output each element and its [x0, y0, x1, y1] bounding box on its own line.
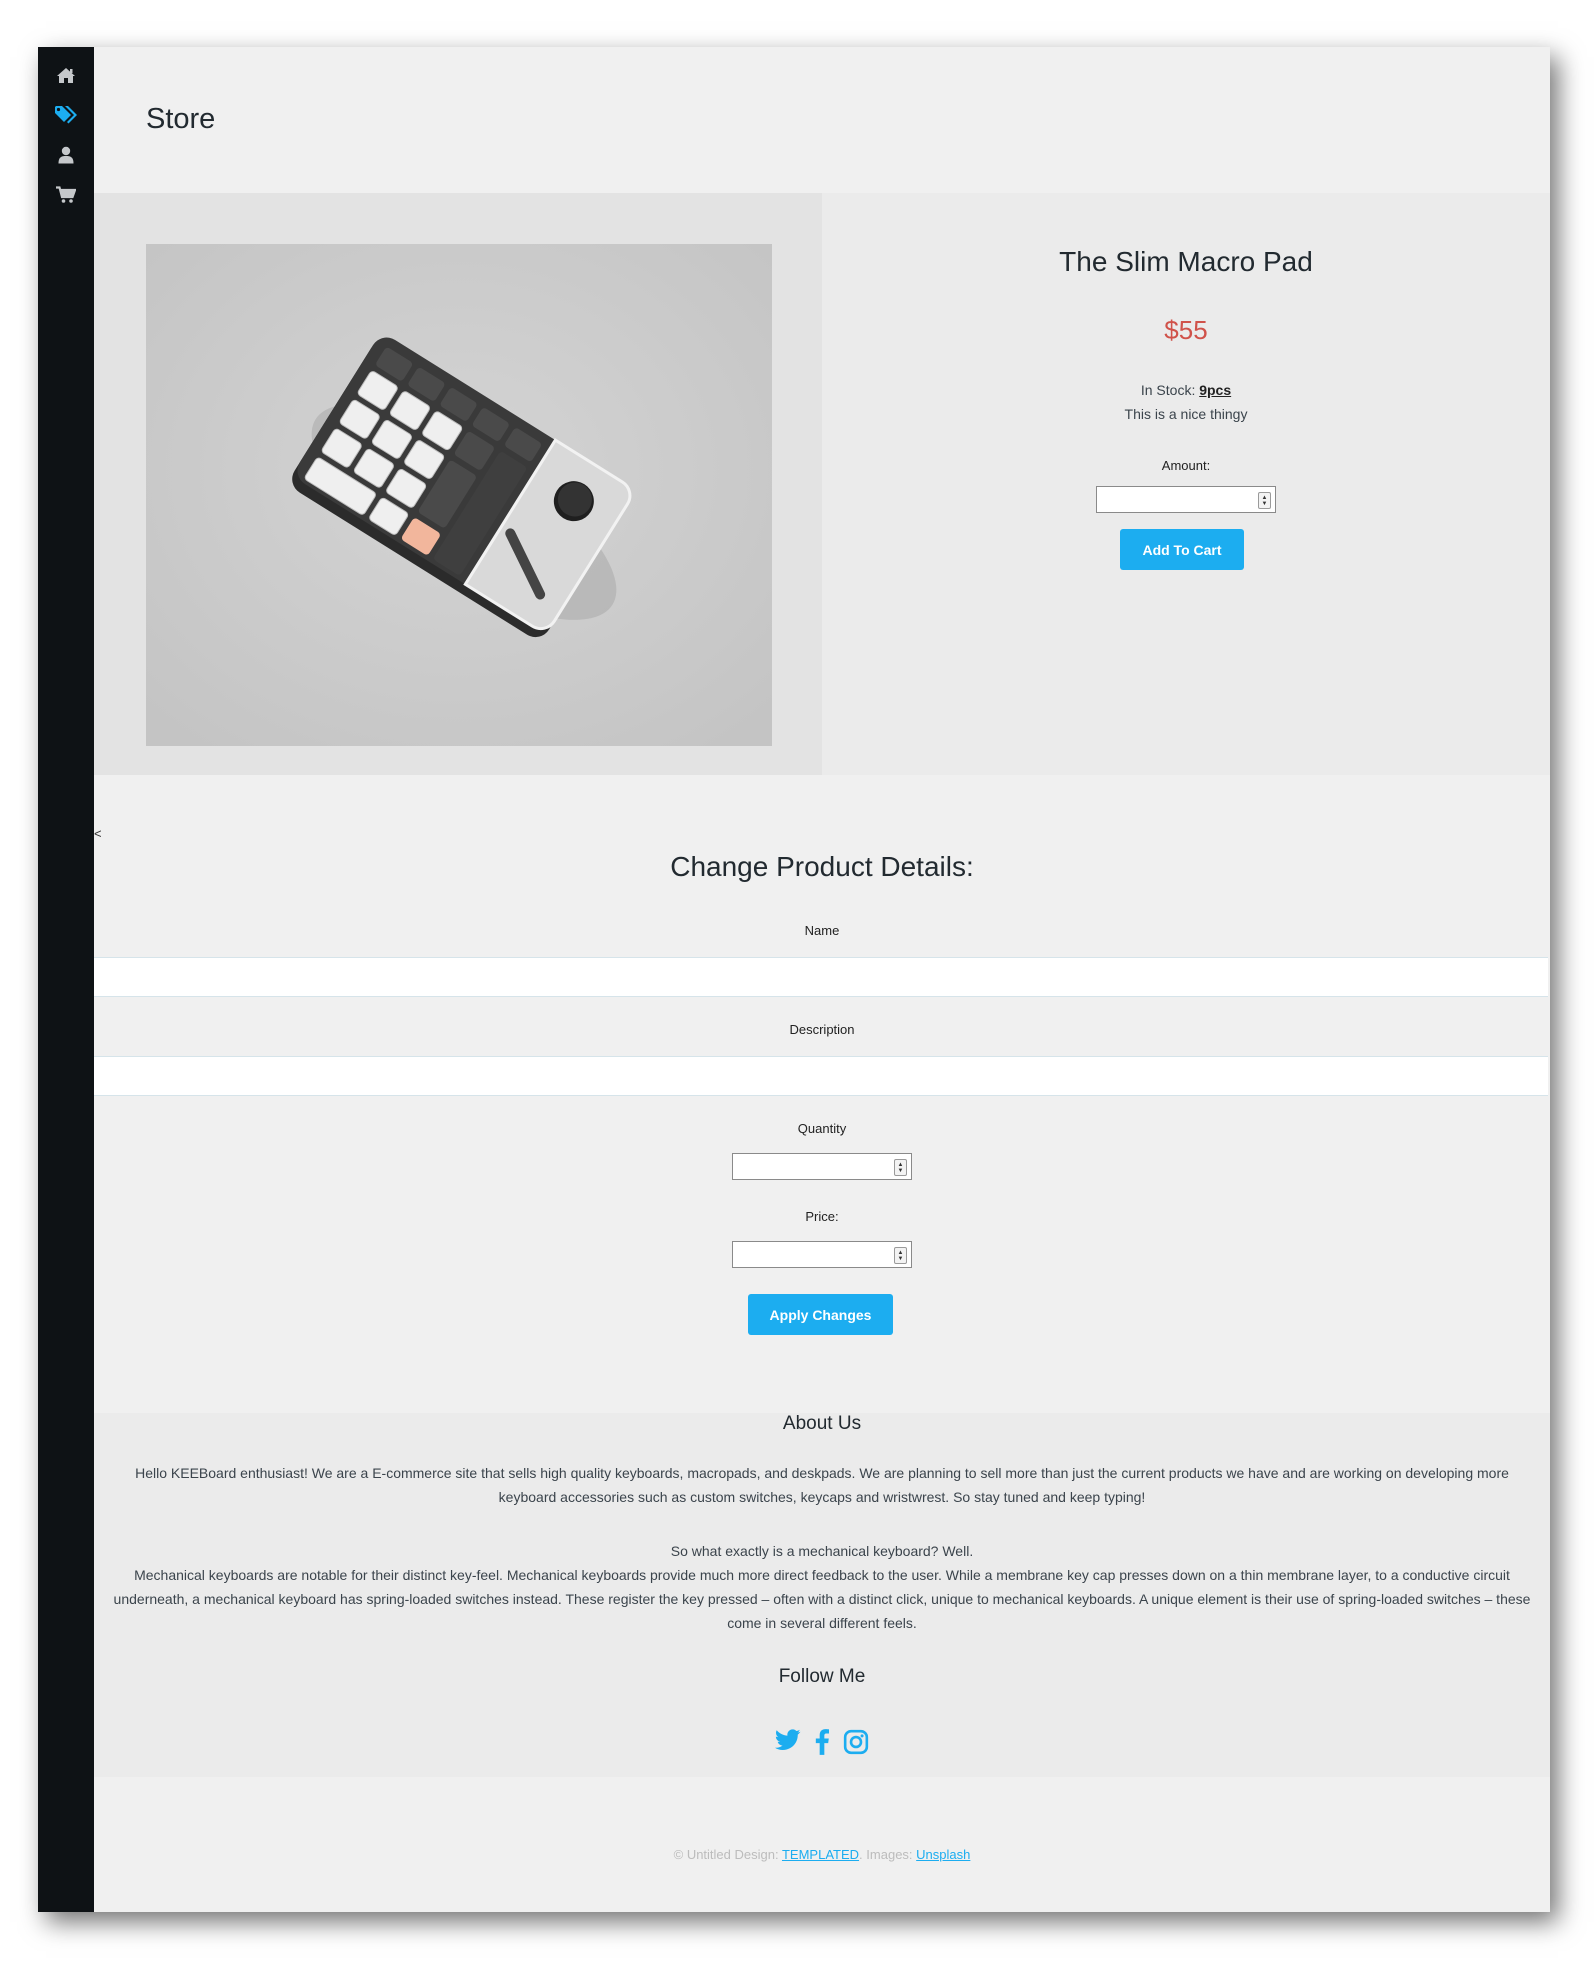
apply-changes-button[interactable]: Apply Changes	[748, 1294, 893, 1335]
name-input[interactable]	[94, 957, 1548, 997]
unsplash-link[interactable]: Unsplash	[916, 1847, 970, 1862]
follow-title: Follow Me	[778, 1666, 866, 1687]
about-title: About Us	[782, 1413, 862, 1434]
page-title: Store	[146, 103, 216, 135]
sidebar	[38, 47, 94, 1912]
name-label: Name	[804, 923, 840, 938]
quantity-input[interactable]: ▲ ▼	[732, 1153, 912, 1180]
facebook-icon	[815, 1729, 829, 1755]
sidebar-item-home[interactable]	[38, 55, 94, 95]
product-image-panel	[94, 193, 822, 775]
twitter-link[interactable]	[775, 1729, 801, 1755]
amount-label: Amount:	[1161, 458, 1211, 473]
back-glyph[interactable]: <	[94, 826, 102, 841]
price-input[interactable]: ▲ ▼	[732, 1241, 912, 1268]
product-description: This is a nice thingy	[1124, 406, 1248, 422]
description-label: Description	[789, 1022, 855, 1037]
sidebar-item-cart[interactable]	[38, 175, 94, 215]
description-input[interactable]	[94, 1056, 1548, 1096]
sidebar-item-store[interactable]	[38, 95, 94, 135]
about-paragraph-2-intro: So what exactly is a mechanical keyboard…	[670, 1543, 974, 1559]
amount-spinner[interactable]: ▲ ▼	[1258, 492, 1271, 509]
instagram-link[interactable]	[843, 1729, 869, 1755]
quantity-spinner[interactable]: ▲ ▼	[894, 1159, 907, 1176]
edit-form-title: Change Product Details:	[670, 851, 974, 882]
instagram-icon	[843, 1729, 869, 1755]
main-content: Store The Slim Macro Pad $55 In Stock: 9…	[94, 47, 1550, 1912]
product-section: The Slim Macro Pad $55 In Stock: 9pcs Th…	[94, 193, 1550, 775]
about-paragraph-2: Mechanical keyboards are notable for the…	[113, 1567, 1531, 1631]
add-to-cart-button[interactable]: Add To Cart	[1120, 529, 1244, 570]
sidebar-item-account[interactable]	[38, 135, 94, 175]
stock-value: 9pcs	[1199, 382, 1232, 398]
cart-icon	[56, 186, 76, 203]
facebook-link[interactable]	[815, 1729, 829, 1755]
product-image	[146, 244, 772, 746]
twitter-icon	[775, 1729, 801, 1750]
amount-input[interactable]: ▲ ▼	[1096, 486, 1276, 513]
templated-link[interactable]: TEMPLATED	[782, 1847, 859, 1862]
footer-prefix: © Untitled Design:	[673, 1847, 779, 1862]
footer-images-label: Images:	[866, 1847, 913, 1862]
stock-label: In Stock:	[1140, 382, 1196, 398]
browser-window: Store The Slim Macro Pad $55 In Stock: 9…	[38, 47, 1550, 1912]
product-price: $55	[1164, 315, 1208, 345]
product-info: The Slim Macro Pad $55 In Stock: 9pcs Th…	[822, 193, 1550, 775]
tags-icon	[55, 106, 77, 124]
home-icon	[57, 67, 75, 83]
macro-pad-illustration	[146, 244, 772, 746]
quantity-label: Quantity	[797, 1121, 847, 1136]
about-section: About Us Hello KEEBoard enthusiast! We a…	[94, 1413, 1550, 1777]
user-icon	[58, 146, 74, 164]
footer: © Untitled Design: TEMPLATED. Images: Un…	[673, 1847, 971, 1862]
social-links	[94, 1729, 1550, 1755]
about-paragraph-1: Hello KEEBoard enthusiast! We are a E-co…	[135, 1465, 1509, 1505]
price-spinner[interactable]: ▲ ▼	[894, 1247, 907, 1264]
product-stock: In Stock: 9pcs	[822, 382, 1550, 398]
product-name: The Slim Macro Pad	[1059, 246, 1313, 277]
price-label: Price:	[805, 1209, 839, 1224]
